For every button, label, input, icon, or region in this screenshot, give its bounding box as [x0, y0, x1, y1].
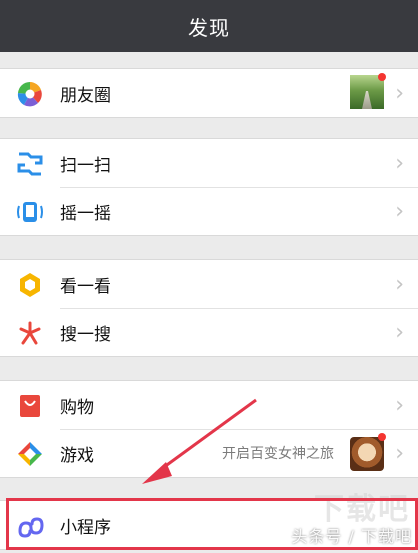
page-title: 发现: [188, 15, 230, 40]
games-promo-text: 开启百变女神之旅: [222, 446, 334, 462]
watermark-logo: 下载吧: [314, 492, 410, 527]
menu-item-shopping[interactable]: 购物 ›: [0, 381, 418, 429]
menu-item-search[interactable]: 搜一搜 ›: [0, 308, 418, 356]
menu-item-top-stories[interactable]: 看一看 ›: [0, 260, 418, 308]
menu-item-label: 小程序: [60, 517, 111, 538]
games-icon: [16, 441, 44, 467]
menu-item-moments[interactable]: 朋友圈 ›: [0, 69, 418, 117]
menu-item-label: 购物: [60, 397, 94, 418]
menu-item-label: 游戏: [60, 445, 94, 466]
menu-item-label: 摇一摇: [60, 203, 111, 224]
mini-programs-icon: [16, 513, 44, 539]
chevron-right-icon: ›: [395, 392, 404, 418]
chevron-right-icon: ›: [395, 80, 404, 106]
search-icon: [16, 320, 44, 346]
new-post-badge: [378, 73, 386, 81]
scan-icon: [16, 151, 44, 177]
watermark-text: 头条号 / 下载吧: [291, 527, 412, 546]
menu-item-games[interactable]: 游戏 开启百变女神之旅 ›: [0, 429, 418, 477]
menu-item-label: 扫一扫: [60, 155, 111, 176]
moments-icon: [16, 81, 44, 107]
menu-item-shake[interactable]: 摇一摇 ›: [0, 187, 418, 235]
menu-item-scan[interactable]: 扫一扫 ›: [0, 139, 418, 187]
group-stories-search: 看一看 › 搜一搜 ›: [0, 259, 418, 357]
group-shopping-games: 购物 › 游戏 开启百变女神之旅 ›: [0, 380, 418, 478]
chevron-right-icon: ›: [395, 198, 404, 224]
menu-item-label: 搜一搜: [60, 324, 111, 345]
top-stories-icon: [16, 272, 44, 298]
menu-item-label: 朋友圈: [60, 85, 111, 106]
shake-icon: [16, 199, 44, 225]
chevron-right-icon: ›: [395, 271, 404, 297]
shopping-icon: [16, 393, 44, 419]
game-avatar: [350, 437, 384, 471]
navigation-bar: 发现: [0, 0, 418, 52]
chevron-right-icon: ›: [395, 150, 404, 176]
chevron-right-icon: ›: [395, 440, 404, 466]
menu-item-label: 看一看: [60, 276, 111, 297]
discover-page: 发现 朋友圈 › 扫一扫 › 摇一摇 › 看一看 › 搜一搜 › 购物 › 游戏…: [0, 0, 418, 553]
chevron-right-icon: ›: [395, 319, 404, 345]
group-moments: 朋友圈 ›: [0, 68, 418, 118]
group-scan-shake: 扫一扫 › 摇一摇 ›: [0, 138, 418, 236]
new-game-badge: [378, 433, 386, 441]
